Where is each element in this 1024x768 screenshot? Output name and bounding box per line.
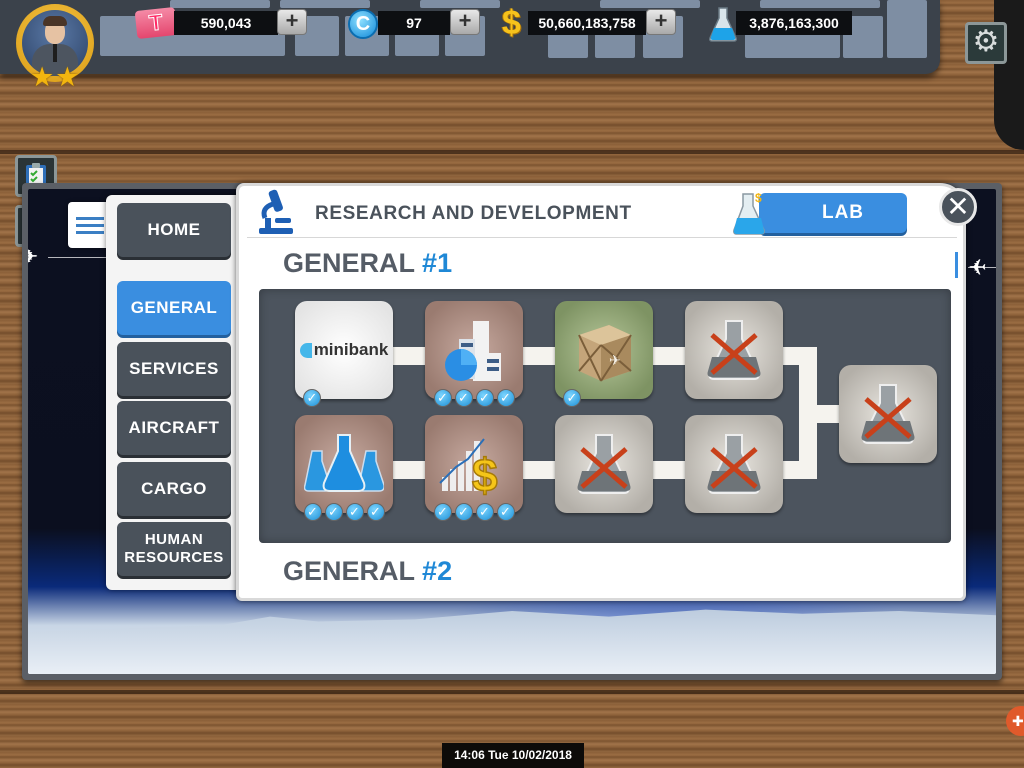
add-coins-button[interactable]: + (450, 9, 480, 35)
expand-button[interactable]: ✚ (1006, 706, 1024, 736)
check-icon: ✓ (324, 503, 343, 521)
check-icon: ✓ (303, 389, 321, 407)
wood-plank-divider (0, 690, 1024, 694)
menu-item-home[interactable]: HOME (117, 203, 231, 257)
level-checks: ✓ ✓ ✓ ✓ (425, 503, 523, 521)
check-icon: ✓ (366, 503, 385, 521)
menu-item-human-resources[interactable]: HUMAN RESOURCES (117, 522, 231, 576)
lab-button[interactable]: LAB (759, 193, 907, 233)
svg-text:$: $ (755, 191, 762, 205)
add-money-button[interactable]: + (646, 9, 676, 35)
money-value: 50,660,183,758 (528, 11, 646, 35)
svg-text:✈: ✈ (609, 352, 621, 368)
crate-icon: ✈ (578, 325, 632, 382)
menu-item-general[interactable]: GENERAL (117, 281, 231, 335)
research-node-locked[interactable] (555, 415, 653, 513)
hamburger-icon (76, 216, 104, 220)
check-icon: ✓ (563, 389, 581, 407)
gear-icon: ⚙ (972, 25, 1000, 58)
airplane-icon[interactable]: ✈ (968, 255, 986, 281)
research-points-value: 3,876,163,300 (736, 11, 852, 35)
locked-flask-icon (707, 434, 761, 494)
coin-icon: C (348, 9, 378, 39)
level-checks: ✓ (555, 389, 653, 407)
coins-value: 97 (378, 11, 450, 35)
antarctica-terrain (28, 609, 996, 674)
check-icon: ✓ (433, 503, 452, 521)
level-checks: ✓ (295, 389, 393, 407)
research-node-minibank[interactable]: minibank ✓ (295, 301, 393, 407)
menu-item-services[interactable]: SERVICES (117, 342, 231, 396)
microscope-icon (259, 189, 293, 234)
player-rank-stars: ★ ★ (30, 64, 79, 91)
flask-icon (709, 7, 737, 42)
wood-plank-divider (0, 150, 1024, 154)
check-icon: ✓ (454, 389, 473, 407)
check-icon: ✓ (496, 389, 515, 407)
check-icon: ✓ (454, 503, 473, 521)
research-node-business-analytics[interactable]: ✓ ✓ ✓ ✓ (425, 301, 523, 407)
airplane-icon[interactable]: ✈ (28, 244, 38, 270)
research-node-locked[interactable] (685, 415, 783, 513)
chart-dollar-icon: $ (439, 438, 498, 497)
research-node-cargo-crate[interactable]: ✈ ✓ (555, 301, 653, 407)
research-node-revenue-growth[interactable]: $ ✓ ✓ ✓ ✓ (425, 415, 523, 521)
check-icon: ✓ (303, 503, 322, 521)
flasks-icon (304, 434, 384, 492)
research-node-locked[interactable] (685, 301, 783, 399)
close-icon: ✕ (946, 191, 970, 222)
dollar-icon: $ (502, 4, 521, 42)
dialog-title: RESEARCH AND DEVELOPMENT (315, 203, 632, 224)
buildings-chart-icon (445, 321, 501, 381)
tickets-value: 590,043 (174, 11, 278, 35)
category-menu: HOME GENERAL SERVICES AIRCRAFT CARGO HUM… (106, 195, 242, 590)
tech-tree-general-1: minibank ✓ ✓ ✓ ✓ ✓ ✈ ✓ ✓ ✓ ✓ ✓ $ ✓ ✓ ✓ ✓ (259, 289, 951, 543)
check-icon: ✓ (433, 389, 452, 407)
add-tickets-button[interactable]: + (277, 9, 307, 35)
level-checks: ✓ ✓ ✓ ✓ (295, 503, 393, 521)
dialog-header: RESEARCH AND DEVELOPMENT LAB $ ✕ (247, 186, 977, 238)
ticket-icon: T (134, 6, 178, 40)
research-node-research-flasks[interactable]: ✓ ✓ ✓ ✓ (295, 415, 393, 521)
menu-item-aircraft[interactable]: AIRCRAFT (117, 401, 231, 455)
game-clock: 14:06 Tue 10/02/2018 (442, 743, 584, 768)
lab-flask-icon: $ (733, 191, 765, 235)
svg-text:$: $ (472, 449, 498, 497)
check-icon: ✓ (475, 503, 494, 521)
star-icon: ★ (55, 62, 80, 92)
research-node-locked-final[interactable] (839, 365, 937, 463)
section-title-general-2: GENERAL #2 (283, 556, 453, 586)
check-icon: ✓ (345, 503, 364, 521)
section-title-general-1: GENERAL #1 (283, 248, 453, 278)
minibank-logo: minibank (299, 340, 388, 360)
settings-button[interactable]: ⚙ (965, 22, 1007, 64)
locked-flask-icon (861, 384, 915, 444)
scrollbar[interactable] (955, 252, 958, 278)
locked-flask-icon (577, 434, 631, 494)
close-button[interactable]: ✕ (939, 188, 977, 226)
star-icon: ★ (30, 62, 55, 92)
level-checks: ✓ ✓ ✓ ✓ (425, 389, 523, 407)
menu-item-cargo[interactable]: CARGO (117, 462, 231, 516)
check-icon: ✓ (475, 389, 494, 407)
check-icon: ✓ (496, 503, 515, 521)
locked-flask-icon (707, 320, 761, 380)
research-dialog: RESEARCH AND DEVELOPMENT LAB $ ✕ GENERAL… (236, 183, 977, 601)
